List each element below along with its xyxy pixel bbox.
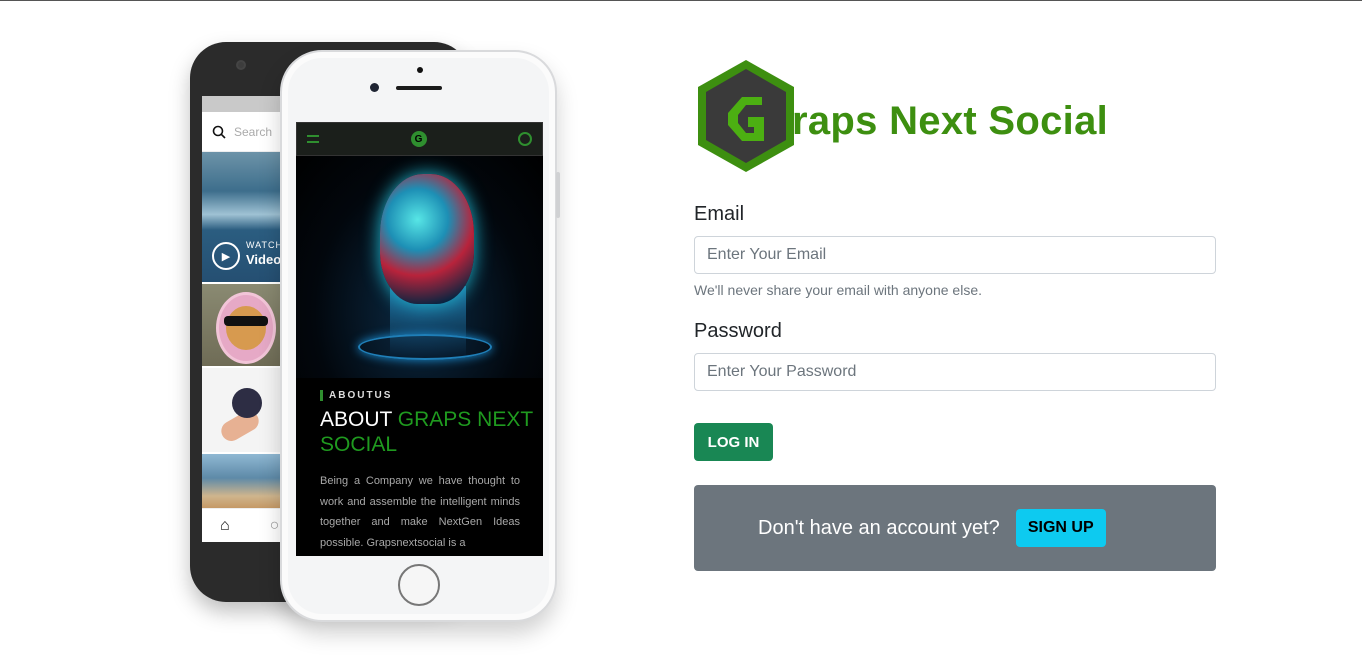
login-button[interactable]: LOG IN xyxy=(694,423,773,461)
signup-prompt: Don't have an account yet? xyxy=(758,516,1000,539)
sunglasses-shape xyxy=(224,316,268,326)
search-icon xyxy=(212,125,226,139)
dog-shape xyxy=(232,388,262,418)
email-field[interactable] xyxy=(694,236,1216,274)
app-navbar: G xyxy=(296,122,543,156)
menu-icon xyxy=(307,135,319,143)
cat-face-shape xyxy=(226,306,266,350)
side-button xyxy=(556,172,560,218)
phone-mockup-illustration: Search ▶ WATCH Video ⌂ ○ G ABOUTUS ABOUT… xyxy=(185,40,565,630)
signup-button[interactable]: SIGN UP xyxy=(1015,509,1106,547)
signup-panel: Don't have an account yet? SIGN UP xyxy=(694,485,1216,571)
about-text: Being a Company we have thought to work … xyxy=(320,475,520,549)
logo-icon: G xyxy=(410,131,427,147)
play-icon: ▶ xyxy=(212,242,240,270)
password-label: Password xyxy=(694,320,782,342)
front-phone: G ABOUTUS ABOUT GRAPS NEXT SOCIAL Being … xyxy=(280,50,560,622)
about-tag: ABOUTUS xyxy=(320,390,543,401)
hologram-head xyxy=(380,174,474,304)
hologram-head-image xyxy=(296,156,543,378)
brand-logo: raps Next Social xyxy=(694,56,1108,176)
top-border xyxy=(0,0,1362,1)
front-sensor xyxy=(417,67,423,73)
home-icon: ⌂ xyxy=(220,516,230,534)
hologram-ring xyxy=(358,334,492,360)
front-camera xyxy=(370,83,379,92)
hexagon-g-logo-icon xyxy=(698,60,794,172)
email-help-text: We'll never share your email with anyone… xyxy=(694,282,982,298)
password-field[interactable] xyxy=(694,353,1216,391)
back-phone-camera xyxy=(236,60,246,70)
search-nav-icon: ○ xyxy=(269,516,280,534)
home-button xyxy=(398,564,440,606)
front-speaker xyxy=(396,86,442,90)
watch-label: WATCH xyxy=(246,240,283,250)
about-title-white: ABOUT xyxy=(320,408,398,431)
video-label: Video xyxy=(246,252,282,267)
brand-name: raps Next Social xyxy=(792,98,1109,143)
about-title: ABOUT GRAPS NEXT SOCIAL xyxy=(320,407,543,457)
front-phone-screen: G ABOUTUS ABOUT GRAPS NEXT SOCIAL Being … xyxy=(296,122,543,556)
search-placeholder: Search xyxy=(234,124,273,139)
email-label: Email xyxy=(694,203,745,225)
whatsapp-icon xyxy=(518,132,532,146)
